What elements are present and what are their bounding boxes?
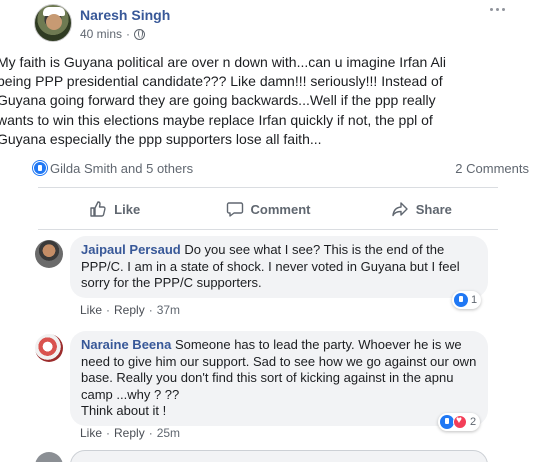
like-reaction-icon[interactable] (33, 161, 47, 175)
post-time[interactable]: 40 mins (80, 27, 122, 41)
action-separator: · (106, 303, 111, 317)
comment-time[interactable]: 37m (157, 303, 180, 317)
share-button[interactable]: Share (345, 193, 498, 225)
comment-bubble: Naraine Beena Someone has to lead the pa… (70, 331, 488, 426)
post-text-line: being PPP presidential candidate??? Like… (0, 73, 443, 90)
comment-count[interactable]: 2 Comments (455, 161, 529, 176)
comment-like-link[interactable]: Like (80, 426, 102, 440)
comment-bubble: Jaipaul Persaud Do you see what I see? T… (70, 236, 488, 298)
comment-reactions[interactable]: 1 (452, 291, 482, 309)
comment-text-line: camp ...why ? ?? (81, 386, 180, 402)
commenter-name[interactable]: Jaipaul Persaud (81, 242, 181, 257)
author-name[interactable]: Naresh Singh (80, 7, 170, 23)
comment-text-line: base. Really you don't find this sort of… (81, 370, 454, 385)
action-separator: · (148, 303, 153, 317)
commenter-avatar[interactable] (35, 334, 63, 362)
commenter-name[interactable]: Naraine Beena (81, 337, 171, 352)
comment-like-link[interactable]: Like (80, 303, 102, 317)
comment-text-line: Naraine Beena Someone has to lead the pa… (81, 337, 477, 354)
reaction-count: 1 (471, 294, 478, 306)
post-meta: 40 mins · (80, 27, 146, 41)
avatar-face (46, 14, 62, 30)
comment-time[interactable]: 25m (157, 426, 180, 440)
post-text-line: My faith is Guyana political are over n … (0, 54, 446, 70)
divider (38, 229, 498, 230)
comment-button[interactable]: Comment (191, 193, 344, 225)
action-separator: · (148, 426, 153, 440)
comment-actions: Like · Reply · 25m (80, 426, 180, 440)
like-button[interactable]: Like (38, 193, 191, 225)
globe-icon[interactable] (134, 28, 146, 40)
post-text-line: wants to win this elections maybe replac… (0, 111, 433, 128)
like-reaction-icon (440, 415, 454, 429)
action-separator: · (106, 426, 111, 440)
comment-icon (226, 202, 243, 217)
thumbs-up-icon (90, 201, 106, 217)
meta-separator: · (126, 27, 131, 41)
share-icon (392, 202, 408, 217)
divider (38, 187, 498, 188)
post-action-bar: Like Comment Share (38, 193, 498, 225)
post-header: Naresh Singh 40 mins · (0, 0, 534, 50)
comment-text: Someone has to lead the party. Whoever h… (171, 337, 462, 352)
comment-text-line: PPP/C. I am in a state of shock. I never… (81, 258, 460, 274)
comment-text: Do you see what I see? This is the end o… (180, 242, 445, 257)
comment-actions: Like · Reply · 37m (80, 303, 180, 317)
post-text-line: Guyana especially the ppp supporters los… (0, 130, 322, 147)
more-options-icon[interactable] (490, 5, 506, 13)
comment-label: Comment (250, 201, 311, 217)
post-text-line: Guyana going forward they are going back… (0, 92, 436, 109)
reaction-count: 2 (470, 416, 477, 428)
post-body: My faith is Guyana political are over n … (0, 53, 534, 149)
comment-text-line: Jaipaul Persaud Do you see what I see? T… (81, 242, 477, 259)
comment-text-line: sorry for the PPP/C supporters. (81, 275, 262, 290)
viewer-avatar[interactable] (35, 452, 63, 462)
comment-text-line: Think about it ! (81, 403, 167, 418)
write-comment-input[interactable] (70, 450, 488, 462)
commenter-avatar[interactable] (35, 240, 63, 268)
love-reaction-icon (453, 415, 467, 429)
like-label: Like (114, 201, 141, 217)
like-reaction-icon (454, 293, 468, 307)
comment-reply-link[interactable]: Reply (114, 303, 145, 317)
comment-text-line: need to give him our support. Sad to see… (81, 353, 477, 369)
author-avatar[interactable] (34, 4, 72, 42)
comment-reply-link[interactable]: Reply (114, 426, 145, 440)
reactions-summary: Gilda Smith and 5 others 2 Comments (0, 160, 534, 178)
comment-reactions[interactable]: 2 (438, 413, 481, 431)
reactors-text[interactable]: Gilda Smith and 5 others (50, 161, 193, 176)
share-label: Share (415, 201, 452, 217)
